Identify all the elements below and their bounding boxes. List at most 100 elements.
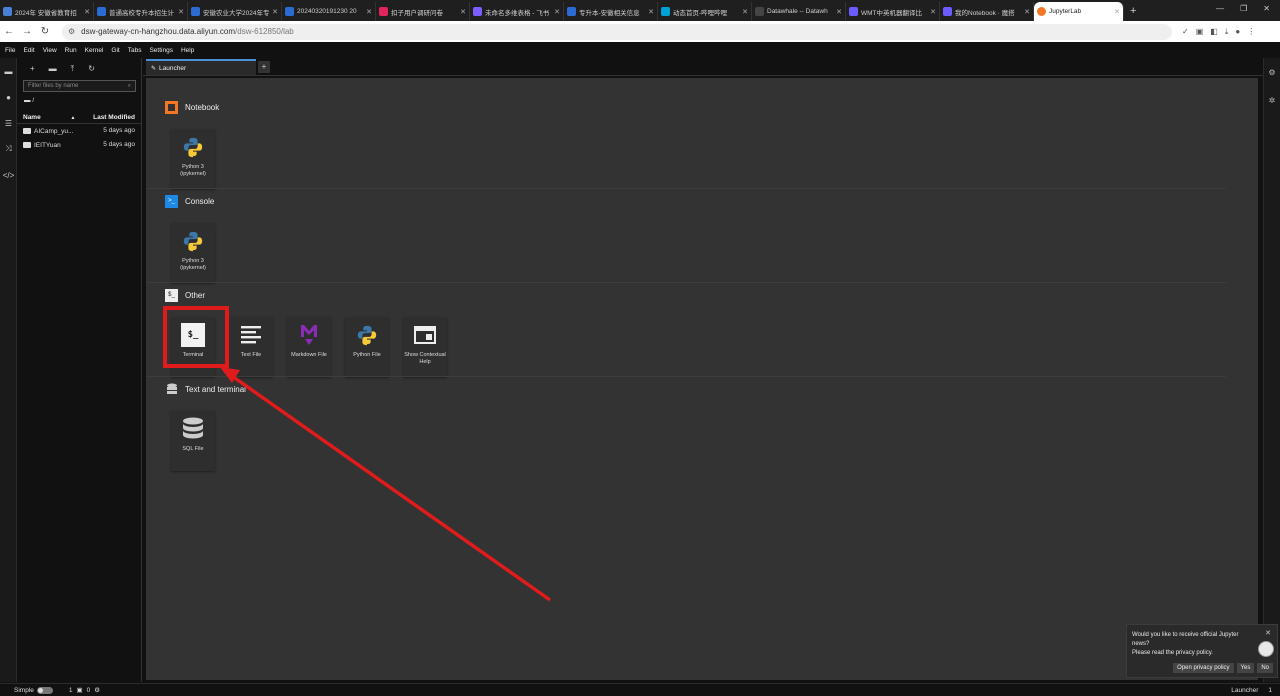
browser-tab[interactable]: WMT中英机器翻译比 ✕ xyxy=(846,2,940,21)
menu-view[interactable]: View xyxy=(43,47,57,54)
close-icon[interactable]: ✕ xyxy=(1024,8,1030,16)
close-icon[interactable]: ✕ xyxy=(272,8,278,16)
forward-icon[interactable]: → xyxy=(18,26,36,37)
new-tab-button[interactable]: + xyxy=(1130,2,1136,21)
sql-file-card[interactable]: SQL File xyxy=(171,411,215,471)
kernels-count[interactable]: 0 xyxy=(87,687,91,694)
notebook-python3-card[interactable]: Python 3 (ipykernel) xyxy=(171,129,215,189)
database-icon xyxy=(165,383,178,396)
close-icon[interactable]: ✕ xyxy=(554,8,560,16)
browser-tab-active[interactable]: JupyterLab ✕ xyxy=(1034,2,1124,21)
close-icon[interactable]: ✕ xyxy=(836,8,842,16)
column-last-modified[interactable]: Last Modified xyxy=(93,114,135,121)
close-icon[interactable]: ✕ xyxy=(178,8,184,16)
tab-favicon xyxy=(755,7,764,16)
column-name[interactable]: Name ▲ xyxy=(23,114,75,121)
git-icon[interactable]: ⤨ xyxy=(0,136,17,162)
file-browser: + ▬ ⤒ ↻ Filter files by name ⌕ ▬ / Name … xyxy=(17,58,142,682)
filter-files-input[interactable]: Filter files by name ⌕ xyxy=(23,80,136,92)
address-bar[interactable]: ⚙ dsw-gateway-cn-hangzhou.data.aliyun.co… xyxy=(62,23,1172,40)
terminals-count[interactable]: 1 xyxy=(69,687,73,694)
menu-file[interactable]: File xyxy=(5,47,15,54)
reload-icon[interactable]: ↻ xyxy=(36,26,54,37)
database-icon xyxy=(181,417,205,441)
file-list-item[interactable]: IEITYuan 5 days ago xyxy=(17,138,141,152)
file-browser-toolbar: + ▬ ⤒ ↻ xyxy=(17,58,141,74)
no-button[interactable]: No xyxy=(1257,663,1273,673)
close-icon[interactable]: ✕ xyxy=(460,8,466,16)
new-launcher-icon[interactable]: + xyxy=(30,64,35,74)
tab-launcher[interactable]: ✎ Launcher xyxy=(146,59,256,75)
browser-tab[interactable]: 扣子用户调研问卷 ✕ xyxy=(376,2,470,21)
menu-tabs[interactable]: Tabs xyxy=(128,47,142,54)
search-icon: ⌕ xyxy=(127,83,131,89)
minimize-icon[interactable]: — xyxy=(1216,4,1224,13)
table-of-contents-icon[interactable]: ☰ xyxy=(0,110,17,136)
folder-icon[interactable]: ▬ xyxy=(0,58,17,84)
menu-help[interactable]: Help xyxy=(181,47,194,54)
add-tab-button[interactable]: + xyxy=(258,61,270,73)
console-python3-card[interactable]: Python 3 (ipykernel) xyxy=(171,223,215,283)
launcher: Notebook Python 3(ipykernel) >_ Console xyxy=(146,78,1258,680)
file-list-item[interactable]: AICamp_yu... 5 days ago xyxy=(17,124,141,138)
simple-mode-toggle[interactable] xyxy=(36,686,53,694)
close-icon[interactable]: ✕ xyxy=(1265,629,1271,637)
close-icon[interactable]: ✕ xyxy=(366,8,372,16)
extension-code-icon[interactable]: </> xyxy=(0,162,17,188)
extension-icon[interactable]: ◧ xyxy=(1210,27,1218,37)
browser-tab[interactable]: 2024年 安徽省教育招 ✕ xyxy=(0,2,94,21)
section-title: Other xyxy=(185,290,206,300)
property-inspector-icon[interactable]: ⚙ xyxy=(1264,58,1280,86)
notification-count[interactable]: 1 xyxy=(1268,687,1272,694)
upload-icon[interactable]: ⤒ xyxy=(71,64,75,74)
yes-button[interactable]: Yes xyxy=(1236,663,1255,673)
menu-edit[interactable]: Edit xyxy=(23,47,34,54)
open-privacy-policy-button[interactable]: Open privacy policy xyxy=(1173,663,1234,673)
browser-tab[interactable]: 专升本-安徽相关信息 ✕ xyxy=(564,2,658,21)
jupyter-favicon xyxy=(1037,7,1046,16)
python-logo-icon xyxy=(181,135,205,159)
profile-icon[interactable]: ● xyxy=(1235,27,1240,37)
avatar xyxy=(1258,641,1274,657)
text-file-card[interactable]: Text File xyxy=(229,317,273,377)
menu-icon[interactable]: ⋮ xyxy=(1247,27,1255,37)
close-icon[interactable]: ✕ xyxy=(1114,8,1120,16)
breadcrumb[interactable]: ▬ / xyxy=(17,92,141,108)
contextual-help-card[interactable]: Show Contextual Help xyxy=(403,317,447,377)
markdown-file-card[interactable]: Markdown File xyxy=(287,317,331,377)
menu-kernel[interactable]: Kernel xyxy=(85,47,104,54)
browser-tab-strip: 2024年 安徽省教育招 ✕ 普通高校专升本招生计 ✕ 安徽农业大学2024年专 ✕ … xyxy=(0,0,1280,21)
site-info-icon[interactable]: ⚙ xyxy=(68,27,75,36)
python-file-card[interactable]: Python File xyxy=(345,317,389,377)
tab-favicon xyxy=(191,7,200,16)
browser-tab[interactable]: 我的Notebook · 魔搭 ✕ xyxy=(940,2,1034,21)
browser-tab[interactable]: 未命名多维表格 - 飞书 ✕ xyxy=(470,2,564,21)
close-icon[interactable]: ✕ xyxy=(648,8,654,16)
maximize-icon[interactable]: ❐ xyxy=(1240,4,1247,13)
close-icon[interactable]: ✕ xyxy=(742,8,748,16)
browser-tab[interactable]: 普通高校专升本招生计 ✕ xyxy=(94,2,188,21)
running-icon[interactable]: ● xyxy=(0,84,17,110)
new-folder-icon[interactable]: ▬ xyxy=(49,64,57,74)
menu-git[interactable]: Git xyxy=(111,47,119,54)
browser-tab[interactable]: 20240320191230 20 ✕ xyxy=(282,2,376,21)
menu-run[interactable]: Run xyxy=(65,47,77,54)
close-window-icon[interactable]: ✕ xyxy=(1263,4,1270,13)
browser-tab[interactable]: Datawhale -- Datawh ✕ xyxy=(752,2,846,21)
section-divider xyxy=(146,376,1226,377)
debugger-icon[interactable]: ✲ xyxy=(1264,86,1280,114)
launcher-section-notebook: Notebook Python 3 (ipykernel) xyxy=(165,100,1235,189)
browser-tab[interactable]: 安徽农业大学2024年专 ✕ xyxy=(188,2,282,21)
tab-favicon xyxy=(473,7,482,16)
close-icon[interactable]: ✕ xyxy=(84,8,90,16)
back-icon[interactable]: ← xyxy=(0,26,18,37)
extension-icon[interactable]: ▣ xyxy=(1196,27,1204,37)
menu-settings[interactable]: Settings xyxy=(149,47,173,54)
close-icon[interactable]: ✕ xyxy=(930,8,936,16)
download-icon[interactable]: ⤓ xyxy=(1225,27,1229,37)
tab-favicon xyxy=(285,7,294,16)
window-controls: — ❐ ✕ xyxy=(1206,0,1280,17)
extension-icon[interactable]: ✓ xyxy=(1182,27,1189,37)
browser-tab[interactable]: 动态首页-哔哩哔哩 ✕ xyxy=(658,2,752,21)
refresh-icon[interactable]: ↻ xyxy=(88,64,95,74)
